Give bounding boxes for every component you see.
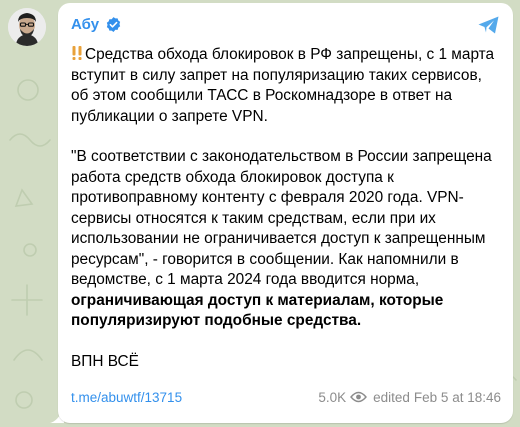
message-meta: 5.0K edited Feb 5 at 18:46 — [318, 390, 501, 405]
signoff-text: ВПН ВСЁ — [71, 352, 139, 370]
channel-name[interactable]: Абу — [71, 16, 99, 33]
message-text: Средства обхода блокировок в РФ запрещен… — [71, 45, 499, 372]
eye-icon — [350, 391, 368, 403]
signoff-paragraph: ВПН ВСЁ — [71, 352, 499, 373]
message-footer: t.me/abuwtf/13715 5.0K edited Feb 5 at 1… — [71, 387, 501, 407]
message-header: Абу — [71, 14, 122, 34]
channel-avatar[interactable] — [8, 8, 46, 46]
quote-text: "В соответствии с законодательством в Ро… — [71, 148, 492, 288]
avatar-portrait — [8, 8, 46, 46]
double-exclamation-icon — [72, 46, 82, 60]
view-count: 5.0K — [318, 389, 347, 405]
message-time: Feb 5 at 18:46 — [413, 389, 501, 405]
quote-bold-text: ограничивающая доступ к материалам, кото… — [71, 291, 444, 330]
edited-label: edited — [373, 389, 410, 405]
verified-badge-icon — [106, 16, 121, 32]
share-arrow-icon[interactable] — [477, 15, 501, 35]
headline-text: Средства обхода блокировок в РФ запрещен… — [71, 46, 495, 125]
post-link[interactable]: t.me/abuwtf/13715 — [71, 390, 182, 405]
headline-paragraph: Средства обхода блокировок в РФ запрещен… — [71, 45, 499, 127]
quote-paragraph: "В соответствии с законодательством в Ро… — [71, 147, 499, 332]
message-bubble[interactable]: Абу Средства обхода блокировок в РФ запр… — [58, 3, 513, 423]
